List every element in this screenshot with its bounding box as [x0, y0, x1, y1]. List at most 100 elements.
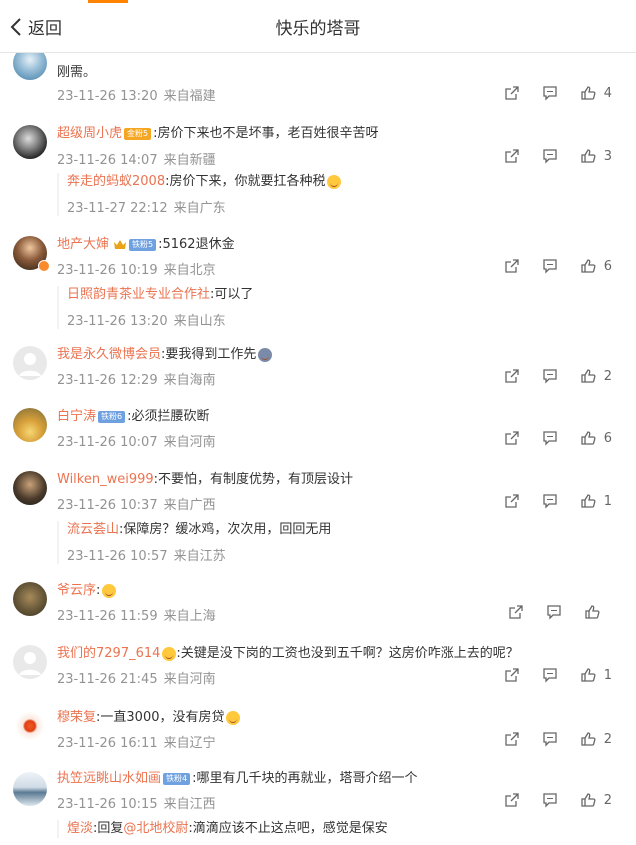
share-button[interactable]	[504, 258, 520, 274]
username-link[interactable]: Wilken_wei999	[57, 472, 154, 487]
fan-badge: 铁粉6	[98, 410, 126, 423]
comment-item: Wilken_wei999:不要怕，有制度优势，有顶层设计 23-11-26 1…	[0, 469, 636, 569]
like-button[interactable]: 2	[580, 368, 612, 384]
reply-item: 煌淡:回复@北地校尉:滴滴应该不止这点吧，感觉是保安	[57, 820, 627, 838]
comment-icon	[543, 494, 557, 509]
thumbs-up-icon	[581, 732, 596, 746]
username-link[interactable]: 奔走的蚂蚁2008	[67, 174, 165, 189]
share-button[interactable]	[504, 667, 520, 683]
like-button[interactable]: 1	[580, 493, 612, 509]
username-link[interactable]: 煌淡	[67, 821, 93, 836]
comment-meta: 23-11-26 21:45 来自河南	[57, 672, 216, 687]
comment-actions: 2	[482, 731, 612, 747]
comment-actions: 3	[482, 148, 612, 164]
comment-meta: 23-11-26 10:07 来自河南	[57, 435, 216, 450]
like-button[interactable]	[584, 604, 614, 620]
username-link[interactable]: 我是永久微博会员	[57, 347, 161, 362]
reply-item: 日照韵青茶业专业合作社:可以了 23-11-26 13:20 来自山东	[57, 286, 627, 329]
avatar[interactable]	[13, 471, 47, 505]
comment-meta: 23-11-26 13:20 来自福建	[57, 89, 216, 104]
like-button[interactable]: 1	[580, 667, 612, 683]
comment-icon	[543, 668, 557, 683]
thumbs-up-icon	[581, 668, 596, 682]
comment-icon	[543, 732, 557, 747]
share-button[interactable]	[508, 604, 524, 620]
comment-item: 穆荣复:一直3000，没有房贷 23-11-26 16:11 来自辽宁 2	[0, 707, 636, 763]
thumbs-up-icon	[581, 494, 596, 508]
fan-badge: 铁粉5	[129, 238, 157, 251]
username-link[interactable]: 执笠远眺山水如画	[57, 771, 161, 786]
like-button[interactable]: 2	[580, 731, 612, 747]
like-count: 1	[603, 667, 612, 683]
like-button[interactable]: 4	[580, 85, 612, 101]
avatar[interactable]	[13, 346, 47, 380]
smile-emoji-icon	[327, 174, 342, 189]
comment-button[interactable]	[542, 85, 558, 101]
comment-actions: 1	[482, 493, 612, 509]
comment-button[interactable]	[542, 792, 558, 808]
comment-button[interactable]	[542, 148, 558, 164]
comment-icon	[547, 605, 561, 620]
like-button[interactable]: 6	[580, 430, 612, 446]
thumbs-up-icon	[581, 793, 596, 807]
comment-text: 我是永久微博会员:要我得到工作先	[57, 346, 273, 364]
comment-button[interactable]	[542, 368, 558, 384]
share-button[interactable]	[504, 430, 520, 446]
avatar[interactable]	[13, 125, 47, 159]
share-button[interactable]	[504, 148, 520, 164]
like-button[interactable]: 3	[580, 148, 612, 164]
avatar[interactable]	[13, 772, 47, 806]
share-icon	[505, 149, 519, 163]
share-icon	[505, 369, 519, 383]
username-link[interactable]: 日照韵青茶业专业合作社	[67, 287, 210, 302]
default-avatar-icon	[19, 652, 41, 675]
comment-actions: 2	[482, 792, 612, 808]
share-icon	[509, 605, 523, 619]
default-avatar-icon	[19, 353, 41, 376]
share-button[interactable]	[504, 731, 520, 747]
share-button[interactable]	[504, 85, 520, 101]
like-button[interactable]: 2	[580, 792, 612, 808]
username-link[interactable]: 白宁涛	[57, 409, 96, 424]
comment-text: 穆荣复:一直3000，没有房贷	[57, 709, 241, 727]
avatar[interactable]	[13, 582, 47, 616]
thumbs-up-icon	[581, 259, 596, 273]
comment-button[interactable]	[542, 493, 558, 509]
username-link[interactable]: 穆荣复	[57, 710, 96, 725]
laugh-emoji-icon	[162, 646, 177, 661]
comment-actions: 6	[482, 258, 612, 274]
thumbs-up-icon	[581, 149, 596, 163]
comment-actions: 4	[482, 85, 612, 101]
avatar[interactable]	[13, 709, 47, 743]
active-indicator	[88, 0, 128, 3]
username-link[interactable]: 超级周小虎	[57, 126, 122, 141]
share-button[interactable]	[504, 368, 520, 384]
comment-meta: 23-11-26 16:11 来自辽宁	[57, 736, 216, 751]
comment-item: 白宁涛 铁粉6:必须拦腰砍断 23-11-26 10:07 来自河南 6	[0, 406, 636, 462]
comment-text: 执笠远眺山水如画 铁粉4:哪里有几千块的再就业，塔哥介绍一个	[57, 771, 418, 786]
comment-item: 我是永久微博会员:要我得到工作先 23-11-26 12:29 来自海南 2	[0, 344, 636, 400]
username-link[interactable]: 爷云序	[57, 583, 96, 598]
username-link[interactable]: 地产大婶	[57, 237, 109, 252]
comment-button[interactable]	[546, 604, 562, 620]
comment-button[interactable]	[542, 430, 558, 446]
cat-emoji-icon	[226, 710, 241, 725]
mention-link[interactable]: @北地校尉	[123, 821, 188, 836]
avatar[interactable]	[13, 408, 47, 442]
username-link[interactable]: 我们的7297_614	[57, 646, 160, 661]
share-icon	[505, 259, 519, 273]
like-count: 2	[603, 792, 612, 808]
share-button[interactable]	[504, 493, 520, 509]
share-button[interactable]	[504, 792, 520, 808]
like-button[interactable]: 6	[580, 258, 612, 274]
username-link[interactable]: 流云荟山	[67, 522, 119, 537]
comment-button[interactable]	[542, 731, 558, 747]
share-icon	[505, 86, 519, 100]
avatar[interactable]	[13, 645, 47, 679]
like-count: 6	[603, 430, 612, 446]
comment-meta: 23-11-26 12:29 来自海南	[57, 373, 216, 388]
comment-item: 超级周小虎 金粉5:房价下来也不是坏事，老百姓很辛苦呀 23-11-26 14:0…	[0, 123, 636, 223]
comment-button[interactable]	[542, 258, 558, 274]
comment-button[interactable]	[542, 667, 558, 683]
share-icon	[505, 431, 519, 445]
